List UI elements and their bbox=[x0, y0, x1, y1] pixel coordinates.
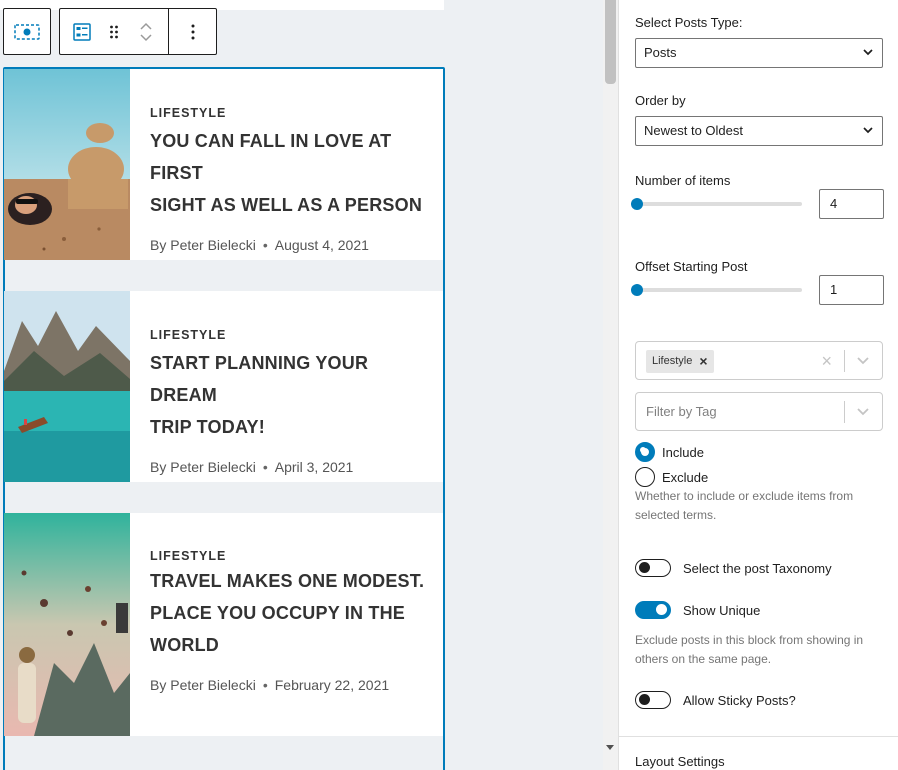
post-date: February 22, 2021 bbox=[274, 677, 390, 693]
offset-range[interactable] bbox=[631, 284, 802, 296]
remove-token-icon[interactable]: × bbox=[699, 350, 707, 373]
sticky-toggle-row[interactable]: Allow Sticky Posts? bbox=[635, 691, 796, 709]
post-title[interactable]: START PLANNING YOUR DREAM TRIP TODAY! bbox=[150, 347, 425, 443]
drag-handle[interactable] bbox=[104, 9, 124, 54]
clear-icon[interactable]: × bbox=[821, 352, 832, 370]
unique-toggle-row[interactable]: Show Unique bbox=[635, 601, 760, 619]
post-category[interactable]: LIFESTYLE bbox=[150, 549, 424, 563]
toggle-knob bbox=[639, 562, 650, 573]
block-select-icon bbox=[14, 23, 40, 40]
settings-sidebar: Select Posts Type: Posts Order by Newest… bbox=[619, 0, 898, 770]
post-title-line: SIGHT AS WELL AS A PERSON bbox=[150, 195, 423, 215]
post-meta: By Peter Bielecki • August 4, 2021 bbox=[150, 237, 369, 253]
offset-number-input[interactable]: 1 bbox=[819, 275, 884, 305]
category-filter[interactable]: Lifestyle × × bbox=[635, 341, 883, 380]
post-type-select[interactable]: Posts bbox=[635, 38, 883, 68]
field-separator bbox=[844, 350, 845, 372]
post-thumbnail[interactable] bbox=[4, 69, 130, 260]
post-card[interactable]: LIFESTYLE TRAVEL MAKES ONE MODEST. PLACE… bbox=[4, 513, 443, 736]
chevron-down-icon[interactable] bbox=[856, 407, 870, 416]
post-card[interactable]: LIFESTYLE YOU CAN FALL IN LOVE AT FIRST … bbox=[4, 69, 443, 260]
post-date: April 3, 2021 bbox=[274, 459, 354, 475]
more-options-button[interactable] bbox=[169, 9, 216, 54]
toggle-knob bbox=[656, 604, 667, 615]
taxonomy-label: Select the post Taxonomy bbox=[683, 560, 832, 576]
post-body: LIFESTYLE TRAVEL MAKES ONE MODEST. PLACE… bbox=[130, 513, 442, 736]
unique-label: Show Unique bbox=[683, 602, 761, 618]
post-type-label: Select Posts Type: bbox=[635, 15, 743, 30]
offset-label: Offset Starting Post bbox=[635, 259, 748, 274]
post-author[interactable]: By Peter Bielecki bbox=[150, 459, 256, 475]
sticky-toggle[interactable] bbox=[635, 691, 671, 709]
next-panel-title[interactable]: Layout Settings bbox=[635, 754, 725, 769]
items-label: Number of items bbox=[635, 173, 731, 188]
scrollbar-thumb[interactable] bbox=[605, 0, 616, 84]
editor-canvas: LIFESTYLE YOU CAN FALL IN LOVE AT FIRST … bbox=[0, 0, 603, 770]
block-type-button[interactable] bbox=[60, 9, 104, 54]
include-label: Include bbox=[662, 444, 704, 460]
post-body: LIFESTYLE YOU CAN FALL IN LOVE AT FIRST … bbox=[130, 69, 443, 260]
post-type-value: Posts bbox=[644, 45, 677, 60]
post-title-line: WORLD bbox=[150, 635, 219, 655]
post-author[interactable]: By Peter Bielecki bbox=[150, 237, 256, 253]
chevron-down-icon bbox=[863, 127, 873, 134]
offset-range-thumb[interactable] bbox=[631, 284, 643, 296]
category-token-label: Lifestyle bbox=[652, 355, 693, 367]
post-title-line: START PLANNING YOUR DREAM bbox=[150, 353, 369, 405]
post-category[interactable]: LIFESTYLE bbox=[150, 328, 425, 342]
tag-filter[interactable]: Filter by Tag bbox=[635, 392, 883, 431]
taxonomy-toggle-row[interactable]: Select the post Taxonomy bbox=[635, 559, 832, 577]
post-thumbnail[interactable] bbox=[4, 513, 130, 736]
post-title-line: TRIP TODAY! bbox=[150, 417, 265, 437]
canvas-scrollbar[interactable] bbox=[603, 0, 618, 770]
post-title-line: TRAVEL MAKES ONE MODEST. bbox=[150, 571, 425, 591]
include-help-text: Whether to include or exclude items from… bbox=[635, 489, 854, 522]
drag-handle-icon bbox=[110, 25, 118, 38]
more-options-icon bbox=[191, 24, 194, 39]
post-category[interactable]: LIFESTYLE bbox=[150, 106, 425, 120]
post-title[interactable]: TRAVEL MAKES ONE MODEST. PLACE YOU OCCUP… bbox=[150, 565, 424, 661]
order-select[interactable]: Newest to Oldest bbox=[635, 116, 883, 146]
chevron-down-icon[interactable] bbox=[856, 356, 870, 365]
order-value: Newest to Oldest bbox=[644, 123, 743, 138]
category-token: Lifestyle × bbox=[646, 350, 714, 373]
posts-block-icon bbox=[73, 22, 91, 41]
post-title-line: YOU CAN FALL IN LOVE AT FIRST bbox=[150, 131, 392, 183]
post-card[interactable]: LIFESTYLE START PLANNING YOUR DREAM TRIP… bbox=[4, 291, 443, 482]
exclude-radio[interactable] bbox=[635, 467, 655, 487]
field-separator bbox=[844, 401, 845, 423]
select-parent-button[interactable] bbox=[3, 8, 51, 55]
order-label: Order by bbox=[635, 93, 686, 108]
exclude-option[interactable]: Exclude bbox=[635, 467, 708, 487]
post-body: LIFESTYLE START PLANNING YOUR DREAM TRIP… bbox=[130, 291, 443, 482]
items-range-thumb[interactable] bbox=[631, 198, 643, 210]
taxonomy-toggle[interactable] bbox=[635, 559, 671, 577]
chevron-down-icon bbox=[863, 49, 873, 56]
include-radio[interactable] bbox=[635, 442, 655, 462]
toggle-knob bbox=[639, 694, 650, 705]
exclude-label: Exclude bbox=[662, 469, 709, 485]
scroll-down-icon[interactable] bbox=[606, 745, 614, 750]
post-title[interactable]: YOU CAN FALL IN LOVE AT FIRST SIGHT AS W… bbox=[150, 125, 425, 221]
unique-help-text: Exclude posts in this block from showing… bbox=[635, 633, 864, 666]
post-author[interactable]: By Peter Bielecki bbox=[150, 677, 256, 693]
post-thumbnail[interactable] bbox=[4, 291, 130, 482]
panel-divider bbox=[619, 736, 898, 737]
block-mover bbox=[124, 9, 168, 54]
items-number-input[interactable]: 4 bbox=[819, 189, 884, 219]
block-toolbar bbox=[59, 8, 217, 55]
move-down-icon[interactable] bbox=[139, 33, 153, 42]
post-meta: By Peter Bielecki • February 22, 2021 bbox=[150, 677, 390, 693]
items-range[interactable] bbox=[631, 198, 802, 210]
include-option[interactable]: Include bbox=[635, 442, 704, 462]
tag-filter-placeholder: Filter by Tag bbox=[646, 404, 717, 419]
sticky-label: Allow Sticky Posts? bbox=[683, 692, 796, 708]
move-up-icon[interactable] bbox=[139, 22, 153, 31]
post-meta: By Peter Bielecki • April 3, 2021 bbox=[150, 459, 354, 475]
unique-toggle[interactable] bbox=[635, 601, 671, 619]
post-title-line: PLACE YOU OCCUPY IN THE bbox=[150, 603, 405, 623]
post-date: August 4, 2021 bbox=[274, 237, 369, 253]
